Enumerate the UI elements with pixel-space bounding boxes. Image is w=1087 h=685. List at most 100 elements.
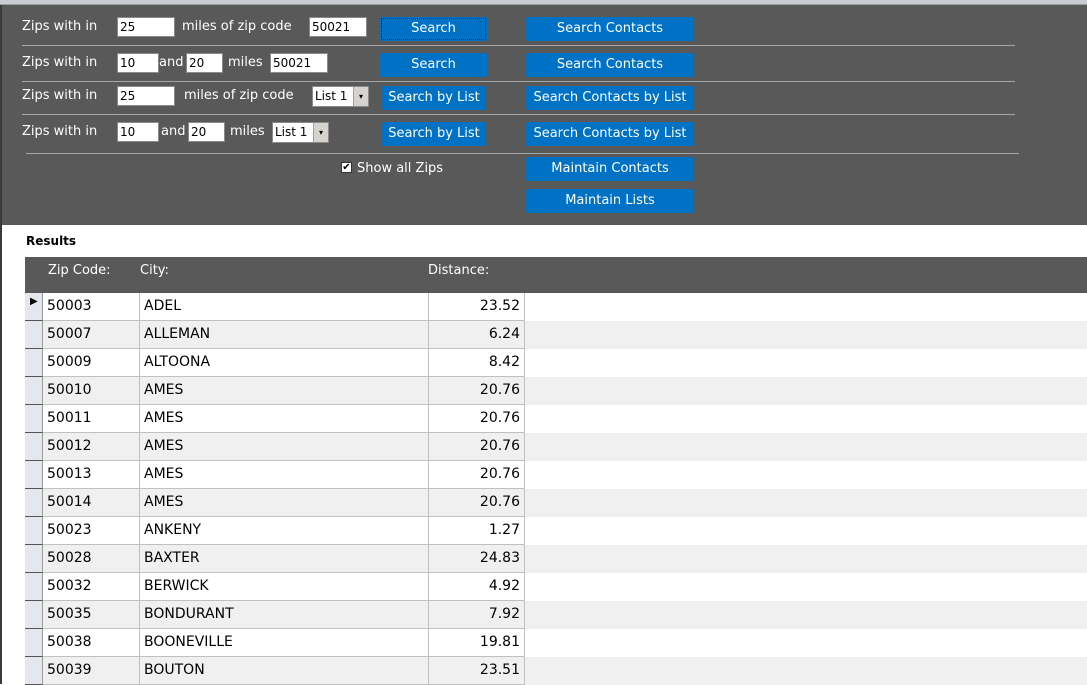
table-row[interactable]: 50023 ANKENY 1.27	[25, 517, 1087, 545]
zip-cell[interactable]: 50009	[43, 349, 140, 377]
row1-zip-input[interactable]: 50021	[309, 17, 367, 37]
row3-list-select[interactable]: List 1 ▾	[312, 86, 369, 107]
table-row[interactable]: 50010 AMES 20.76	[25, 377, 1087, 405]
distance-cell[interactable]: 20.76	[429, 461, 525, 489]
row4-list-select[interactable]: List 1 ▾	[272, 122, 329, 143]
table-row[interactable]: 50007 ALLEMAN 6.24	[25, 321, 1087, 349]
table-row[interactable]: 50011 AMES 20.76	[25, 405, 1087, 433]
distance-cell[interactable]: 4.92	[429, 573, 525, 601]
city-cell[interactable]: AMES	[140, 461, 429, 489]
row-selector[interactable]	[25, 657, 43, 685]
city-cell[interactable]: AMES	[140, 489, 429, 517]
row3-list-value: List 1	[315, 89, 348, 103]
maintain-lists-button[interactable]: Maintain Lists	[526, 189, 694, 213]
distance-cell[interactable]: 20.76	[429, 405, 525, 433]
distance-cell[interactable]: 20.76	[429, 489, 525, 517]
table-row[interactable]: 50009 ALTOONA 8.42	[25, 349, 1087, 377]
distance-cell[interactable]: 7.92	[429, 601, 525, 629]
row4-to-input[interactable]: 20	[188, 122, 225, 142]
row-selector[interactable]	[25, 545, 43, 573]
distance-cell[interactable]: 1.27	[429, 517, 525, 545]
city-cell[interactable]: BOONEVILLE	[140, 629, 429, 657]
zip-cell[interactable]: 50039	[43, 657, 140, 685]
city-cell[interactable]: BONDURANT	[140, 601, 429, 629]
city-cell[interactable]: BOUTON	[140, 657, 429, 685]
city-cell[interactable]: ALLEMAN	[140, 321, 429, 349]
table-row[interactable]: 50038 BOONEVILLE 19.81	[25, 629, 1087, 657]
row-selector[interactable]	[25, 349, 43, 377]
row1-search-contacts-button[interactable]: Search Contacts	[526, 17, 694, 41]
distance-cell[interactable]: 20.76	[429, 377, 525, 405]
row-selector[interactable]	[25, 405, 43, 433]
row-selector[interactable]	[25, 461, 43, 489]
zip-cell[interactable]: 50007	[43, 321, 140, 349]
city-cell[interactable]: BERWICK	[140, 573, 429, 601]
row-selector[interactable]	[25, 377, 43, 405]
distance-cell[interactable]: 24.83	[429, 545, 525, 573]
row-selector[interactable]: ▶	[25, 293, 43, 321]
city-cell[interactable]: ANKENY	[140, 517, 429, 545]
distance-cell[interactable]: 23.51	[429, 657, 525, 685]
city-cell[interactable]: AMES	[140, 433, 429, 461]
row2-search-button[interactable]: Search	[380, 53, 487, 77]
zip-cell[interactable]: 50010	[43, 377, 140, 405]
row3-miles-input[interactable]: 25	[117, 86, 175, 106]
chevron-down-icon[interactable]: ▾	[353, 87, 368, 106]
row2-from-input[interactable]: 10	[117, 53, 159, 73]
distance-cell[interactable]: 23.52	[429, 293, 525, 321]
row2-mid-label: miles	[228, 55, 263, 70]
row1-search-button[interactable]: Search	[380, 17, 487, 41]
zip-cell[interactable]: 50028	[43, 545, 140, 573]
column-header-zip[interactable]: Zip Code:	[48, 263, 111, 278]
city-cell[interactable]: BAXTER	[140, 545, 429, 573]
distance-cell[interactable]: 20.76	[429, 433, 525, 461]
row-selector[interactable]	[25, 601, 43, 629]
row-selector[interactable]	[25, 573, 43, 601]
table-row[interactable]: ▶ 50003 ADEL 23.52	[25, 293, 1087, 321]
column-header-city[interactable]: City:	[140, 263, 169, 278]
row-selector[interactable]	[25, 629, 43, 657]
row2-zip-input[interactable]: 50021	[270, 53, 328, 73]
row-selector[interactable]	[25, 321, 43, 349]
zip-cell[interactable]: 50011	[43, 405, 140, 433]
separator	[26, 153, 1019, 154]
row-selector[interactable]	[25, 489, 43, 517]
zip-cell[interactable]: 50013	[43, 461, 140, 489]
table-row[interactable]: 50039 BOUTON 23.51	[25, 657, 1087, 685]
row2-search-contacts-button[interactable]: Search Contacts	[526, 53, 694, 77]
table-row[interactable]: 50013 AMES 20.76	[25, 461, 1087, 489]
distance-cell[interactable]: 19.81	[429, 629, 525, 657]
row-selector[interactable]	[25, 517, 43, 545]
row1-miles-input[interactable]: 25	[117, 17, 175, 37]
city-cell[interactable]: ALTOONA	[140, 349, 429, 377]
show-all-zips-checkbox[interactable]: ✔	[341, 162, 352, 173]
table-row[interactable]: 50012 AMES 20.76	[25, 433, 1087, 461]
row3-search-by-list-button[interactable]: Search by List	[382, 86, 486, 110]
city-cell[interactable]: AMES	[140, 405, 429, 433]
zip-cell[interactable]: 50023	[43, 517, 140, 545]
row4-search-contacts-by-list-button[interactable]: Search Contacts by List	[526, 122, 694, 146]
zip-cell[interactable]: 50035	[43, 601, 140, 629]
table-row[interactable]: 50035 BONDURANT 7.92	[25, 601, 1087, 629]
distance-cell[interactable]: 8.42	[429, 349, 525, 377]
maintain-contacts-button[interactable]: Maintain Contacts	[526, 157, 694, 181]
row4-from-input[interactable]: 10	[117, 122, 159, 142]
zip-cell[interactable]: 50038	[43, 629, 140, 657]
chevron-down-icon[interactable]: ▾	[313, 123, 328, 142]
column-header-distance[interactable]: Distance:	[428, 263, 489, 278]
table-row[interactable]: 50014 AMES 20.76	[25, 489, 1087, 517]
table-row[interactable]: 50032 BERWICK 4.92	[25, 573, 1087, 601]
row4-search-by-list-button[interactable]: Search by List	[382, 122, 486, 146]
row2-to-input[interactable]: 20	[186, 53, 223, 73]
zip-cell[interactable]: 50012	[43, 433, 140, 461]
row-selector[interactable]	[25, 433, 43, 461]
city-cell[interactable]: AMES	[140, 377, 429, 405]
zip-cell[interactable]: 50032	[43, 573, 140, 601]
table-row[interactable]: 50028 BAXTER 24.83	[25, 545, 1087, 573]
city-cell[interactable]: ADEL	[140, 293, 429, 321]
distance-cell[interactable]: 6.24	[429, 321, 525, 349]
zip-cell[interactable]: 50003	[43, 293, 140, 321]
row3-search-contacts-by-list-button[interactable]: Search Contacts by List	[526, 86, 694, 110]
zip-cell[interactable]: 50014	[43, 489, 140, 517]
results-grid-header: Zip Code: City: Distance:	[25, 257, 1087, 293]
